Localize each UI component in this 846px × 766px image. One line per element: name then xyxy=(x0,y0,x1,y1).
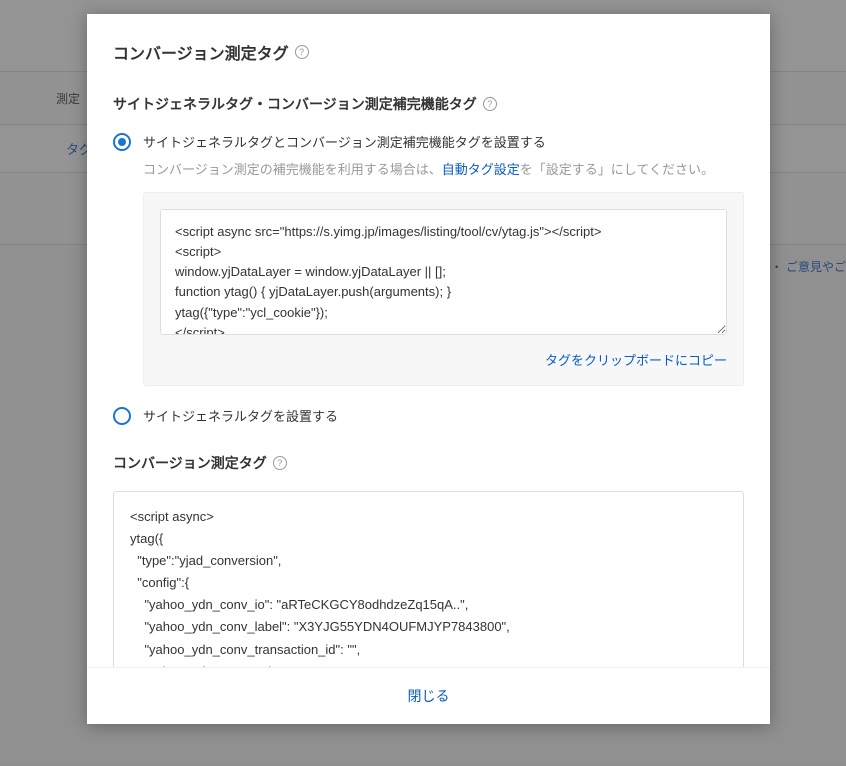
modal-title: コンバージョン測定タグ ? xyxy=(113,40,744,64)
modal-footer: 閉じる xyxy=(87,667,770,724)
site-general-code-textarea[interactable] xyxy=(160,209,727,335)
conversion-code-block[interactable]: <script async> ytag({ "type":"yjad_conve… xyxy=(113,491,744,667)
section-title-text: コンバージョン測定タグ xyxy=(113,453,267,473)
radio-button[interactable] xyxy=(113,407,131,425)
auto-tag-settings-link[interactable]: 自動タグ設定 xyxy=(442,162,520,177)
radio-label: サイトジェネラルタグとコンバージョン測定補完機能タグを設置する xyxy=(143,132,546,151)
radio-option-install-both[interactable]: サイトジェネラルタグとコンバージョン測定補完機能タグを設置する xyxy=(113,132,744,151)
modal-body: コンバージョン測定タグ ? サイトジェネラルタグ・コンバージョン測定補完機能タグ… xyxy=(87,14,770,667)
section-site-general-title: サイトジェネラルタグ・コンバージョン測定補完機能タグ ? xyxy=(113,94,744,114)
help-icon[interactable]: ? xyxy=(273,456,287,470)
radio-button[interactable] xyxy=(113,133,131,151)
conversion-tag-section: コンバージョン測定タグ ? <script async> ytag({ "typ… xyxy=(113,453,744,667)
site-general-code-panel: タグをクリップボードにコピー xyxy=(143,192,744,386)
conversion-tag-modal: コンバージョン測定タグ ? サイトジェネラルタグ・コンバージョン測定補完機能タグ… xyxy=(87,14,770,724)
copy-to-clipboard-link[interactable]: タグをクリップボードにコピー xyxy=(545,353,727,368)
section-title-text: サイトジェネラルタグ・コンバージョン測定補完機能タグ xyxy=(113,94,477,114)
close-button[interactable]: 閉じる xyxy=(408,686,450,706)
radio-option-install-site-general[interactable]: サイトジェネラルタグを設置する xyxy=(113,406,744,425)
modal-title-text: コンバージョン測定タグ xyxy=(113,40,289,64)
hint-text: コンバージョン測定の補完機能を利用する場合は、自動タグ設定を「設定する」にしてく… xyxy=(143,159,744,178)
help-icon[interactable]: ? xyxy=(295,45,309,59)
radio-label: サイトジェネラルタグを設置する xyxy=(143,406,338,425)
help-icon[interactable]: ? xyxy=(483,97,497,111)
section-conversion-title: コンバージョン測定タグ ? xyxy=(113,453,744,473)
